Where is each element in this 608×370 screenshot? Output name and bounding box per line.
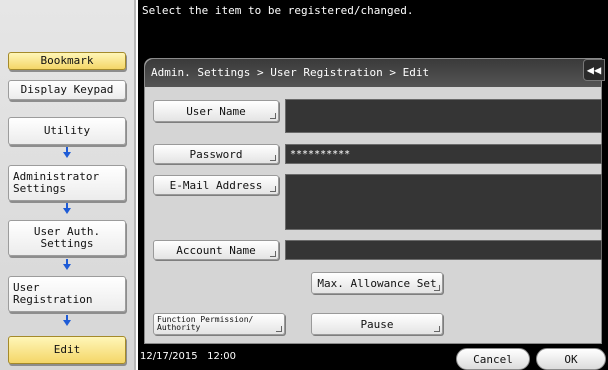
date-time: 12/17/2015 12:00 (140, 351, 236, 362)
back-icon[interactable]: ◀◀ (583, 59, 605, 81)
pause-label: Pause (360, 317, 394, 331)
password-button[interactable]: Password (153, 144, 279, 164)
account-name-label: Account Name (176, 243, 256, 257)
administrator-settings-button[interactable]: Administrator Settings (8, 165, 126, 201)
cancel-button[interactable]: Cancel (456, 348, 530, 370)
corner-icon (434, 285, 440, 291)
max-allowance-set-button[interactable]: Max. Allowance Set (311, 272, 443, 294)
main-area: Admin. Settings > User Registration > Ed… (138, 56, 608, 346)
down-arrow-icon (63, 203, 71, 214)
user-name-label: User Name (186, 104, 246, 118)
corner-icon (270, 186, 276, 192)
breadcrumb: Admin. Settings > User Registration > Ed… (145, 59, 601, 87)
corner-icon (270, 113, 276, 119)
pause-button[interactable]: Pause (311, 313, 443, 335)
display-keypad-button[interactable]: Display Keypad (8, 80, 126, 100)
message-bar: Select the item to be registered/changed… (138, 0, 608, 56)
email-address-button[interactable]: E-Mail Address (153, 175, 279, 195)
down-arrow-icon (63, 147, 71, 158)
user-registration-button[interactable]: User Registration (8, 276, 126, 312)
edit-button[interactable]: Edit (8, 336, 126, 364)
left-navigation-panel: Bookmark Display Keypad Utility Administ… (0, 0, 136, 370)
email-address-field[interactable] (285, 174, 602, 230)
down-arrow-icon (63, 315, 71, 326)
user-name-button[interactable]: User Name (153, 100, 279, 122)
email-address-label: E-Mail Address (169, 178, 263, 192)
account-name-field[interactable] (285, 240, 602, 260)
status-bar: 12/17/2015 12:00 Cancel OK (138, 346, 608, 370)
user-auth-settings-button[interactable]: User Auth. Settings (8, 220, 126, 256)
user-name-field[interactable] (285, 99, 602, 133)
corner-icon (434, 326, 440, 332)
account-name-button[interactable]: Account Name (153, 240, 279, 260)
edit-panel: Admin. Settings > User Registration > Ed… (144, 58, 605, 344)
function-permission-authority-label: Function Permission/ Authority (157, 315, 254, 332)
corner-icon (270, 155, 276, 161)
password-field[interactable]: ********** (285, 144, 602, 164)
ok-button[interactable]: OK (536, 348, 606, 370)
password-label: Password (189, 147, 243, 161)
instruction-message: Select the item to be registered/changed… (142, 4, 414, 17)
down-arrow-icon (63, 259, 71, 270)
max-allowance-set-label: Max. Allowance Set (317, 276, 437, 290)
function-permission-authority-button[interactable]: Function Permission/ Authority (153, 313, 285, 335)
utility-button[interactable]: Utility (8, 117, 126, 145)
bookmark-button[interactable]: Bookmark (8, 52, 126, 70)
corner-icon (270, 251, 276, 257)
corner-icon (276, 326, 282, 332)
